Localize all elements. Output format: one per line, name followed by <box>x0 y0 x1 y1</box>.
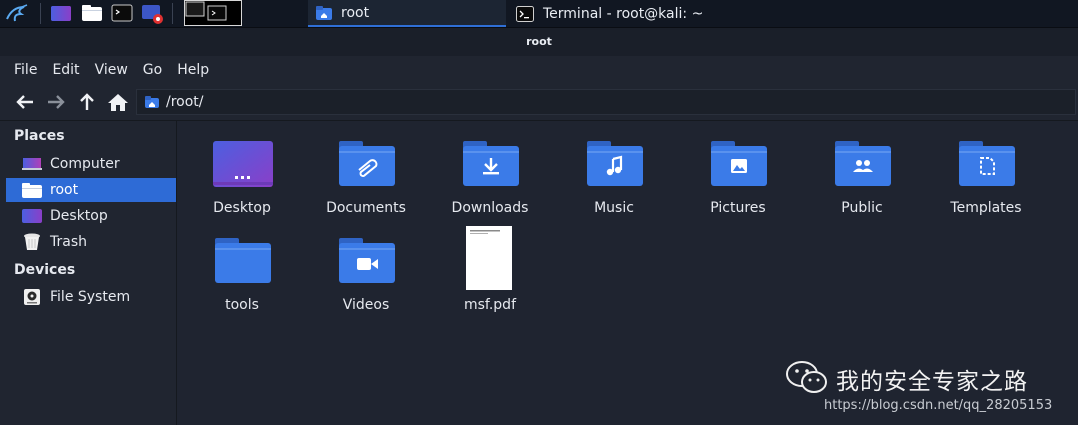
up-button[interactable] <box>74 90 100 114</box>
window-title: root <box>0 28 1078 56</box>
menu-edit[interactable]: Edit <box>52 62 79 78</box>
watermark-title: 我的安全专家之路 <box>836 369 1028 395</box>
show-desktop-icon[interactable] <box>50 3 72 23</box>
kali-menu-icon[interactable] <box>2 1 30 25</box>
file-name: Documents <box>326 200 406 216</box>
arrow-right-icon <box>48 95 65 109</box>
arrow-left-icon <box>16 95 33 109</box>
menu-help[interactable]: Help <box>177 62 209 78</box>
file-item-music[interactable]: Music <box>559 123 669 219</box>
file-item-templates[interactable]: Templates <box>931 123 1041 219</box>
sidebar-item-trash[interactable]: Trash <box>6 230 176 254</box>
location-bar[interactable]: /root/ <box>136 89 1076 115</box>
location-path: /root/ <box>166 94 204 110</box>
file-item-tools[interactable]: tools <box>187 220 297 316</box>
sidebar-item-root[interactable]: root <box>6 178 176 202</box>
drive-icon <box>22 289 42 305</box>
terminal-icon <box>516 5 534 22</box>
watermark: 我的安全专家之路 https://blog.csdn.net/qq_282051… <box>786 360 1078 425</box>
file-name: Downloads <box>451 200 529 216</box>
sidebar-item-label: File System <box>50 289 131 305</box>
workspace-switcher[interactable] <box>184 0 242 26</box>
file-manager-launcher-icon[interactable] <box>81 3 103 23</box>
home-folder-icon <box>145 96 159 108</box>
taskbar-task-terminal[interactable]: Terminal - root@kali: ~ <box>508 0 838 27</box>
menu-go[interactable]: Go <box>143 62 162 78</box>
sidebar-item-label: root <box>50 182 79 198</box>
file-item-documents[interactable]: Documents <box>311 123 421 219</box>
file-name: Templates <box>950 200 1022 216</box>
screen-recorder-launcher-icon[interactable] <box>141 3 163 24</box>
wechat-logo-icon <box>786 360 830 398</box>
folder-icon <box>213 236 273 286</box>
sidebar: Places Computer root Desktop Trash Devic… <box>0 121 177 425</box>
file-item-videos[interactable]: Videos <box>311 220 421 316</box>
menu-file[interactable]: File <box>14 62 37 78</box>
devices-heading: Devices <box>14 262 76 278</box>
music-folder-icon <box>585 139 645 189</box>
places-heading: Places <box>14 128 65 144</box>
taskbar-separator <box>172 3 173 24</box>
sidebar-item-label: Trash <box>50 234 87 250</box>
file-name: Videos <box>342 297 390 313</box>
sidebar-item-label: Desktop <box>50 208 108 224</box>
menu-view[interactable]: View <box>95 62 128 78</box>
home-icon <box>108 94 128 111</box>
documents-folder-icon <box>337 139 397 189</box>
task-label: root <box>341 4 370 21</box>
computer-icon <box>22 156 42 172</box>
taskbar-task-file-manager[interactable]: root <box>308 0 506 27</box>
file-name: Pictures <box>710 200 766 216</box>
watermark-url: https://blog.csdn.net/qq_28205153 <box>824 398 1053 413</box>
pdf-file-icon <box>466 226 514 292</box>
file-item-msf-pdf[interactable]: msf.pdf <box>435 220 545 316</box>
terminal-launcher-icon[interactable] <box>111 3 133 23</box>
trash-icon <box>22 233 42 250</box>
downloads-folder-icon <box>461 139 521 189</box>
arrow-up-icon <box>80 93 94 110</box>
task-label: Terminal - root@kali: ~ <box>543 5 704 22</box>
home-folder-icon <box>316 5 332 20</box>
public-folder-icon <box>833 139 893 189</box>
taskbar-separator <box>40 3 41 24</box>
sidebar-item-computer[interactable]: Computer <box>6 152 176 176</box>
toolbar: /root/ <box>0 84 1078 121</box>
file-item-public[interactable]: Public <box>807 123 917 219</box>
forward-button[interactable] <box>43 90 69 114</box>
videos-folder-icon <box>337 236 397 286</box>
file-name: tools <box>225 297 259 313</box>
sidebar-item-desktop[interactable]: Desktop <box>6 204 176 228</box>
file-name: Desktop <box>213 200 271 216</box>
desktop-folder-icon <box>213 139 273 189</box>
file-name: Public <box>841 200 883 216</box>
sidebar-item-file-system[interactable]: File System <box>6 285 176 309</box>
taskbar: root Terminal - root@kali: ~ <box>0 0 1078 28</box>
pictures-folder-icon <box>709 139 769 189</box>
file-name: msf.pdf <box>464 297 516 313</box>
sidebar-item-label: Computer <box>50 156 120 172</box>
file-item-pictures[interactable]: Pictures <box>683 123 793 219</box>
menubar: File Edit View Go Help <box>0 56 1078 84</box>
file-name: Music <box>594 200 634 216</box>
file-item-downloads[interactable]: Downloads <box>435 123 545 219</box>
desktop-icon <box>22 208 42 224</box>
file-item-desktop[interactable]: Desktop <box>187 123 297 219</box>
templates-folder-icon <box>957 139 1017 189</box>
back-button[interactable] <box>12 90 38 114</box>
home-button[interactable] <box>105 90 131 114</box>
home-folder-icon <box>22 182 42 198</box>
